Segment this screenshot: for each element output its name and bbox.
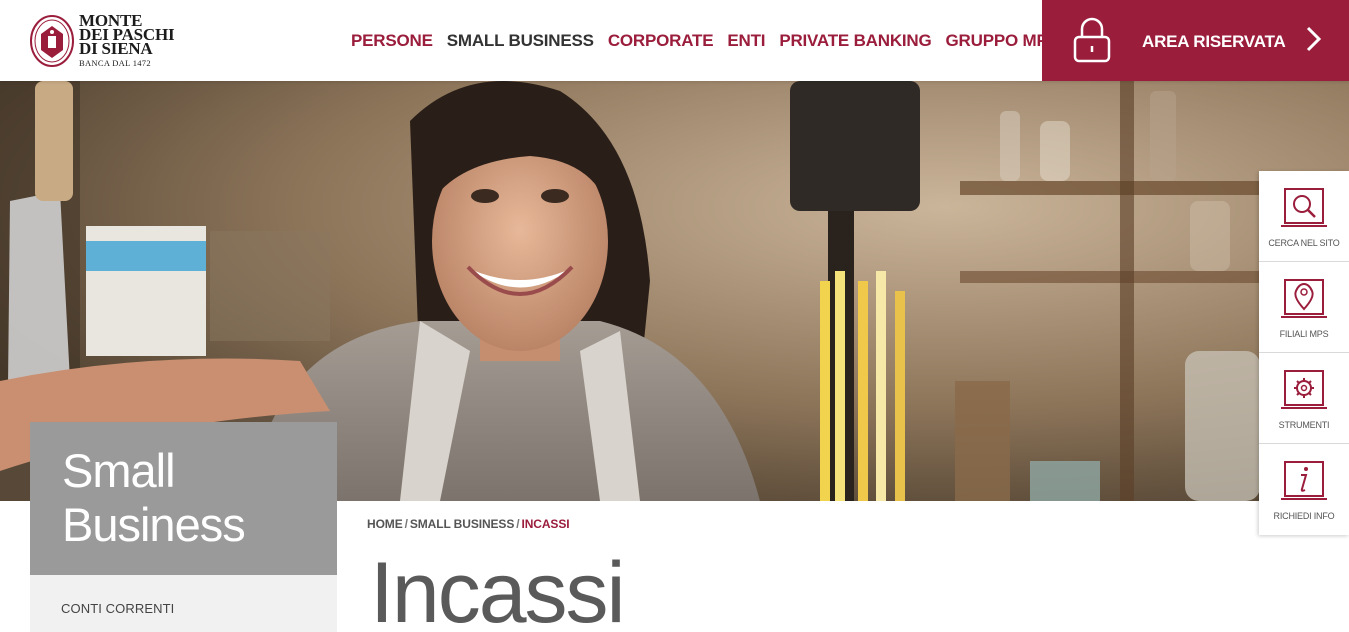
site-header: MONTE DEI PASCHI DI SIENA BANCA DAL 1472… xyxy=(0,0,1349,81)
breadcrumb-current: INCASSI xyxy=(521,517,570,531)
area-riservata-button[interactable]: AREA RISERVATA xyxy=(1042,0,1349,81)
logo-text: MONTE DEI PASCHI DI SIENA BANCA DAL 1472 xyxy=(79,12,175,69)
section-title-line-1: Small xyxy=(62,444,176,497)
tool-cerca-nel-sito[interactable]: CERCA NEL SITO xyxy=(1259,171,1349,262)
tool-label: RICHIEDI INFO xyxy=(1273,511,1335,521)
main-nav: PERSONE SMALL BUSINESS CORPORATE ENTI PR… xyxy=(351,0,1073,81)
logo[interactable]: MONTE DEI PASCHI DI SIENA BANCA DAL 1472 xyxy=(29,12,175,69)
tool-label: STRUMENTI xyxy=(1278,420,1330,430)
breadcrumb-separator: / xyxy=(404,517,408,531)
section-title: Small Business xyxy=(62,444,246,552)
logo-subtitle: BANCA DAL 1472 xyxy=(79,57,151,68)
nav-item-persone[interactable]: PERSONE xyxy=(351,31,433,51)
nav-item-corporate[interactable]: CORPORATE xyxy=(608,31,714,51)
section-menu: CONTI CORRENTI xyxy=(30,575,337,632)
section-header: Small Business xyxy=(30,422,337,575)
tool-label: FILIALI MPS xyxy=(1279,329,1329,339)
chevron-right-icon xyxy=(1306,26,1322,52)
map-pin-icon xyxy=(1281,279,1327,318)
side-tools: CERCA NEL SITO FILIALI MPS STRUMENTI RIC… xyxy=(1259,171,1349,535)
breadcrumb-separator: / xyxy=(516,517,520,531)
page-title: Incassi xyxy=(370,545,626,632)
nav-item-small-business[interactable]: SMALL BUSINESS xyxy=(447,31,594,51)
breadcrumb-small-business[interactable]: SMALL BUSINESS xyxy=(410,517,515,531)
tool-strumenti[interactable]: STRUMENTI xyxy=(1259,353,1349,444)
logo-line-3: DI SIENA xyxy=(79,38,153,58)
nav-item-private-banking[interactable]: PRIVATE BANKING xyxy=(779,31,931,51)
tool-filiali-mps[interactable]: FILIALI MPS xyxy=(1259,262,1349,353)
area-riservata-label: AREA RISERVATA xyxy=(1142,32,1286,51)
nav-item-enti[interactable]: ENTI xyxy=(727,31,765,51)
section-title-line-2: Business xyxy=(62,498,246,551)
menu-item-conti-correnti[interactable]: CONTI CORRENTI xyxy=(61,601,174,616)
breadcrumb-home[interactable]: HOME xyxy=(367,517,403,531)
tool-richiedi-info[interactable]: RICHIEDI INFO xyxy=(1259,444,1349,535)
gear-icon xyxy=(1281,370,1327,409)
search-icon xyxy=(1281,188,1327,227)
lock-icon xyxy=(1073,17,1111,63)
seal-icon xyxy=(30,15,74,67)
info-icon xyxy=(1281,461,1327,500)
breadcrumb: HOME / SMALL BUSINESS / INCASSI xyxy=(367,517,570,531)
tool-label: CERCA NEL SITO xyxy=(1268,238,1340,248)
